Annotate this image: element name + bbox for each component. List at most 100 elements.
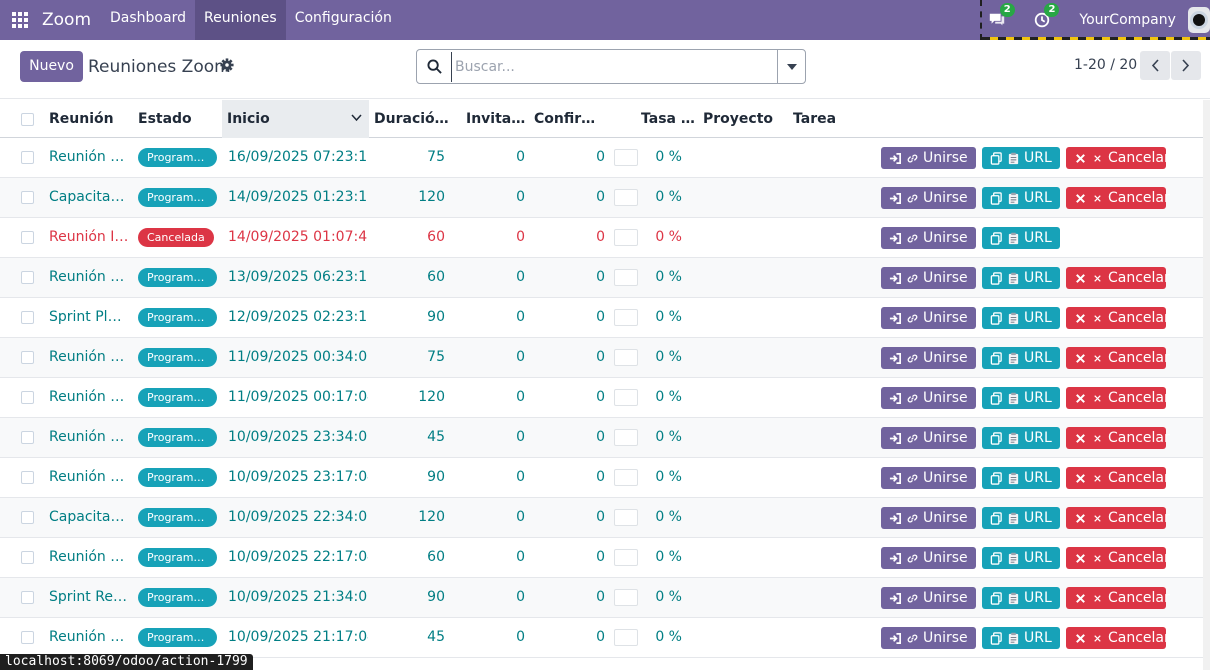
- cancel-meeting-button[interactable]: Cancelar: [1066, 347, 1170, 369]
- meeting-name[interactable]: Reunión d…: [49, 418, 129, 458]
- column-proyecto[interactable]: Proyecto: [703, 100, 783, 138]
- column-tasa[interactable]: Tasa (%): [641, 100, 699, 138]
- scrollbar[interactable]: [1203, 100, 1210, 670]
- meeting-name[interactable]: Reunión d…: [49, 378, 129, 418]
- copy-url-button[interactable]: URL: [982, 347, 1060, 369]
- table-row[interactable]: Reunión d… Program… 13/09/2025 06:23:15 60 0…: [0, 258, 1203, 298]
- meeting-name[interactable]: Capacitaci…: [49, 498, 129, 538]
- table-row[interactable]: Reunión d… Program… 16/09/2025 07:23:15 75 0…: [0, 138, 1203, 178]
- cancel-meeting-button[interactable]: Cancelar: [1066, 507, 1170, 529]
- app-menu-icon[interactable]: [0, 0, 40, 40]
- table-row[interactable]: Reunión d… Program… 10/09/2025 23:17:04 90 0…: [0, 458, 1203, 498]
- column-reunion[interactable]: Reunión: [49, 100, 129, 138]
- pager-previous-button[interactable]: [1140, 51, 1170, 80]
- row-checkbox[interactable]: [21, 191, 34, 204]
- table-row[interactable]: Reunión d… Program… 11/09/2025 00:17:04 120…: [0, 378, 1203, 418]
- join-button[interactable]: Unirse: [881, 187, 976, 209]
- join-button[interactable]: Unirse: [881, 267, 976, 289]
- row-checkbox[interactable]: [21, 391, 34, 404]
- menu-dashboard[interactable]: Dashboard: [101, 0, 195, 40]
- copy-url-button[interactable]: URL: [982, 147, 1060, 169]
- app-brand[interactable]: Zoom: [42, 10, 91, 30]
- copy-url-button[interactable]: URL: [982, 427, 1060, 449]
- meeting-name[interactable]: Reunión d…: [49, 338, 129, 378]
- meeting-name[interactable]: Reunión d…: [49, 258, 129, 298]
- row-checkbox[interactable]: [21, 271, 34, 284]
- cancel-meeting-button[interactable]: Cancelar: [1066, 547, 1170, 569]
- column-confirmados[interactable]: Confirm…: [534, 100, 606, 138]
- column-tarea[interactable]: Tarea: [793, 100, 873, 138]
- table-row[interactable]: Sprint Pla… Program… 12/09/2025 02:23:15 90…: [0, 298, 1203, 338]
- copy-url-button[interactable]: URL: [982, 307, 1060, 329]
- join-button[interactable]: Unirse: [881, 627, 976, 649]
- join-button[interactable]: Unirse: [881, 147, 976, 169]
- column-invitados[interactable]: Invitados: [466, 100, 528, 138]
- table-row[interactable]: Capacitaci… Program… 14/09/2025 01:23:15 12…: [0, 178, 1203, 218]
- select-all-checkbox[interactable]: [21, 113, 34, 126]
- activity-clock-icon[interactable]: 2: [1033, 3, 1060, 31]
- row-checkbox[interactable]: [21, 631, 34, 644]
- row-checkbox[interactable]: [21, 511, 34, 524]
- row-checkbox[interactable]: [21, 351, 34, 364]
- cancel-meeting-button[interactable]: Cancelar: [1066, 267, 1170, 289]
- copy-url-button[interactable]: URL: [982, 627, 1060, 649]
- cancel-meeting-button[interactable]: Cancelar: [1066, 427, 1170, 449]
- meeting-name[interactable]: Sprint Pla…: [49, 298, 129, 338]
- copy-url-button[interactable]: URL: [982, 227, 1060, 249]
- join-button[interactable]: Unirse: [881, 547, 976, 569]
- meeting-name[interactable]: Reunión I…: [49, 218, 129, 258]
- join-button[interactable]: Unirse: [881, 467, 976, 489]
- join-button[interactable]: Unirse: [881, 507, 976, 529]
- table-row[interactable]: Reunión I… Cancelada 14/09/2025 01:07:49 60…: [0, 218, 1203, 258]
- meeting-name[interactable]: Reunión d…: [49, 618, 129, 658]
- column-estado[interactable]: Estado: [138, 100, 218, 138]
- new-button[interactable]: Nuevo: [20, 51, 83, 82]
- cancel-meeting-button[interactable]: Cancelar: [1066, 627, 1170, 649]
- search-options-toggle[interactable]: [777, 50, 805, 83]
- user-avatar[interactable]: [1187, 7, 1210, 33]
- table-row[interactable]: Reunión d… Program… 10/09/2025 21:17:04 45 0…: [0, 618, 1203, 658]
- menu-configuracion[interactable]: Configuración: [286, 0, 401, 40]
- join-button[interactable]: Unirse: [881, 227, 976, 249]
- menu-reuniones[interactable]: Reuniones: [194, 0, 286, 40]
- copy-url-button[interactable]: URL: [982, 187, 1060, 209]
- company-switcher[interactable]: YourCompany: [1079, 12, 1176, 28]
- table-row[interactable]: Reunión d… Program… 11/09/2025 00:34:08 75 0…: [0, 338, 1203, 378]
- row-checkbox[interactable]: [21, 591, 34, 604]
- column-duracion[interactable]: Duració…: [374, 100, 449, 138]
- meeting-name[interactable]: Reunión d…: [49, 538, 129, 578]
- cancel-meeting-button[interactable]: Cancelar: [1066, 387, 1170, 409]
- join-button[interactable]: Unirse: [881, 587, 976, 609]
- join-button[interactable]: Unirse: [881, 387, 976, 409]
- row-checkbox[interactable]: [21, 431, 34, 444]
- row-checkbox[interactable]: [21, 231, 34, 244]
- gear-icon[interactable]: [220, 58, 234, 72]
- row-checkbox[interactable]: [21, 471, 34, 484]
- meeting-name[interactable]: Reunión d…: [49, 138, 129, 178]
- join-button[interactable]: Unirse: [881, 307, 976, 329]
- copy-url-button[interactable]: URL: [982, 267, 1060, 289]
- table-row[interactable]: Reunión d… Program… 10/09/2025 23:34:08 45 0…: [0, 418, 1203, 458]
- chat-icon[interactable]: 2: [988, 3, 1015, 31]
- cancel-meeting-button[interactable]: Cancelar: [1066, 187, 1170, 209]
- table-row[interactable]: Sprint Rev… Program… 10/09/2025 21:34:08 90…: [0, 578, 1203, 618]
- search-input[interactable]: [451, 51, 777, 82]
- column-inicio[interactable]: Inicio: [222, 100, 369, 138]
- meeting-name[interactable]: Capacitaci…: [49, 178, 129, 218]
- cancel-meeting-button[interactable]: Cancelar: [1066, 147, 1170, 169]
- row-checkbox[interactable]: [21, 151, 34, 164]
- join-button[interactable]: Unirse: [881, 347, 976, 369]
- meeting-name[interactable]: Sprint Rev…: [49, 578, 129, 618]
- cancel-meeting-button[interactable]: Cancelar: [1066, 467, 1170, 489]
- row-checkbox[interactable]: [21, 311, 34, 324]
- pager-next-button[interactable]: [1171, 51, 1201, 80]
- join-button[interactable]: Unirse: [881, 427, 976, 449]
- cancel-meeting-button[interactable]: Cancelar: [1066, 307, 1170, 329]
- copy-url-button[interactable]: URL: [982, 467, 1060, 489]
- copy-url-button[interactable]: URL: [982, 547, 1060, 569]
- pager-value[interactable]: 1-20 / 20: [1074, 57, 1137, 73]
- table-row[interactable]: Reunión d… Program… 10/09/2025 22:17:04 60 0…: [0, 538, 1203, 578]
- copy-url-button[interactable]: URL: [982, 507, 1060, 529]
- meeting-name[interactable]: Reunión d…: [49, 458, 129, 498]
- row-checkbox[interactable]: [21, 551, 34, 564]
